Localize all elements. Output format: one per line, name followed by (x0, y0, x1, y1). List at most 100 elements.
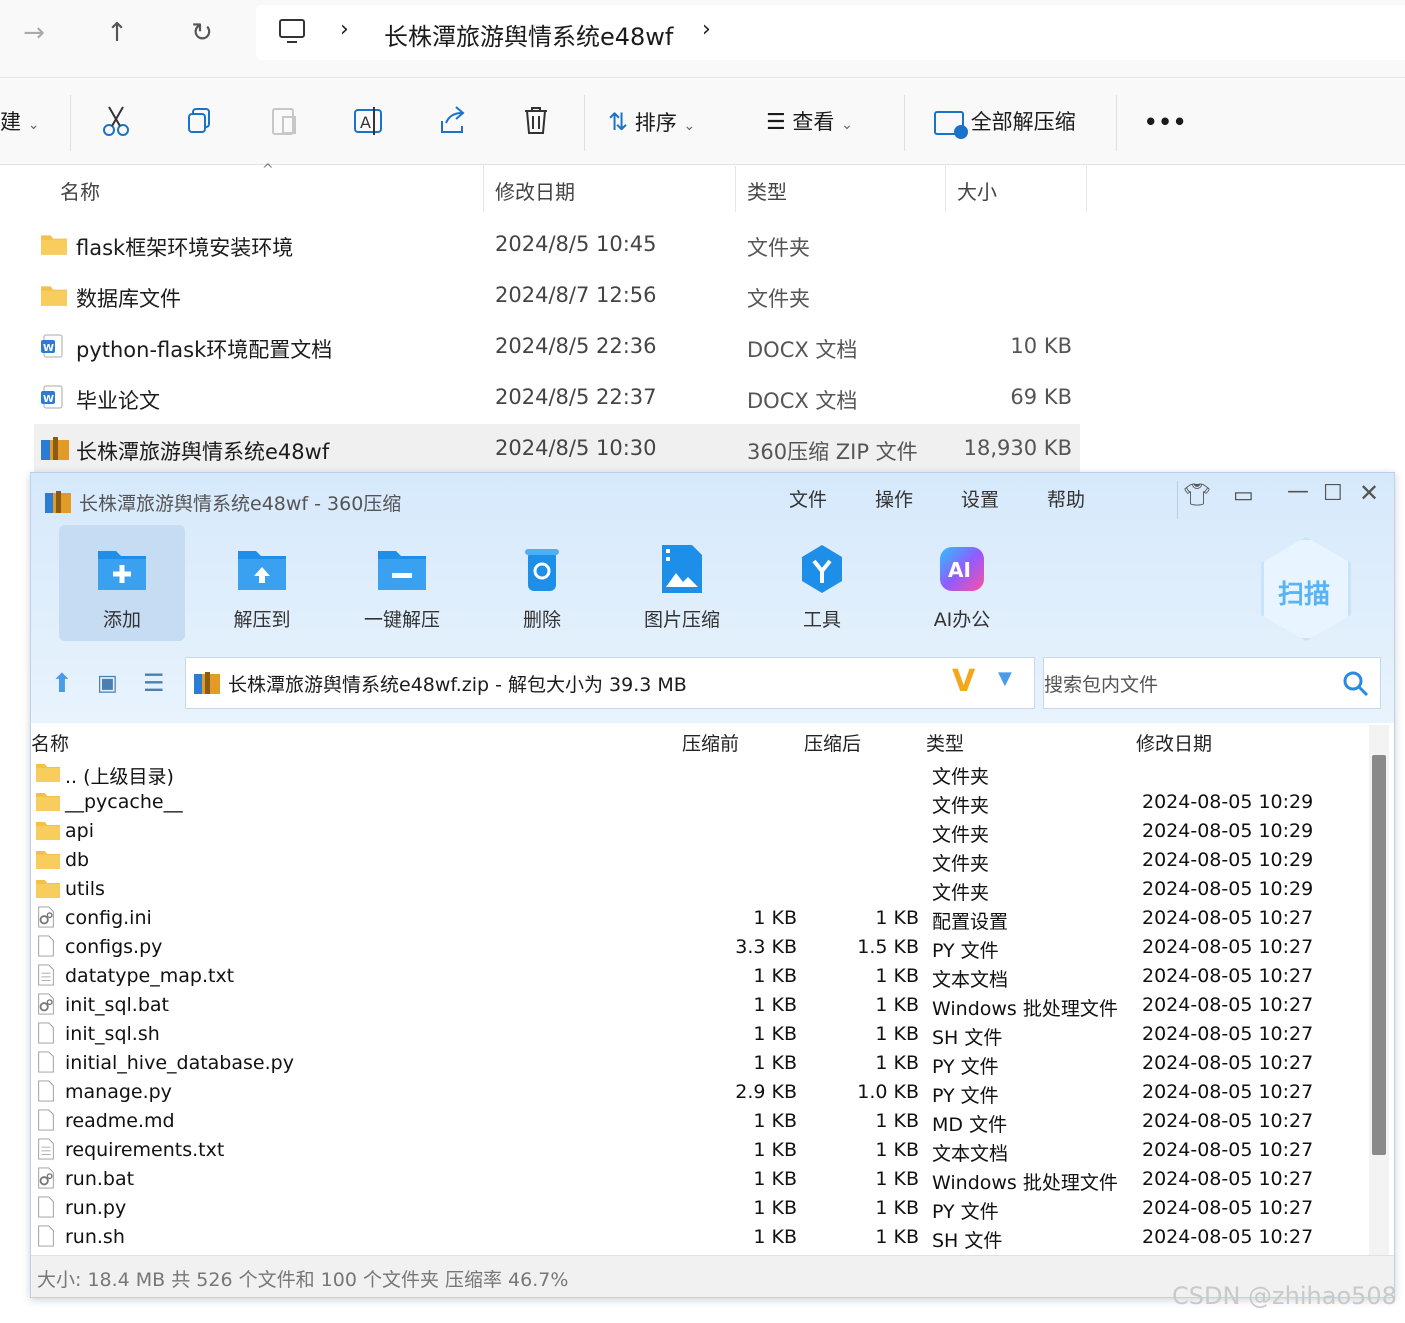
tool-one-click-extract-button[interactable]: 一键解压 (339, 525, 465, 641)
refresh-icon[interactable]: ↻ (182, 16, 222, 50)
file-row[interactable]: 长株潭旅游舆情系统e48wf 2024/8/5 10:30 360压缩 ZIP … (34, 424, 1080, 474)
more-options-button[interactable]: ••• (1144, 105, 1187, 139)
file-icon (35, 1109, 57, 1136)
col-header-before[interactable]: 压缩前 (682, 729, 739, 756)
entry-modified: 2024-08-05 10:27 (1142, 907, 1314, 929)
archive-row[interactable]: manage.py 2.9 KB 1.0 KB PY 文件 2024-08-05… (31, 1079, 1361, 1108)
entry-size-after: 1 KB (875, 1168, 919, 1190)
tool-image-compress-button[interactable]: 图片压缩 (619, 525, 745, 641)
archive-row[interactable]: datatype_map.txt 1 KB 1 KB 文本文档 2024-08-… (31, 963, 1361, 992)
file-row[interactable]: W python-flask环境配置文档 2024/8/5 22:36 DOCX… (34, 322, 1080, 372)
tool-add-folder-button[interactable]: 添加 (59, 525, 185, 641)
forward-arrow-icon[interactable]: → (14, 16, 54, 50)
breadcrumb[interactable]: › 长株潭旅游舆情系统e48wf › (256, 5, 1405, 60)
tool-extract-to-button[interactable]: 解压到 (199, 525, 325, 641)
archive-row[interactable]: requirements.txt 1 KB 1 KB 文本文档 2024-08-… (31, 1137, 1361, 1166)
entry-name: db (65, 849, 90, 871)
folder-icon (35, 877, 61, 904)
file-row[interactable]: 数据库文件 2024/8/7 12:56 文件夹 (34, 271, 1080, 321)
col-header-type[interactable]: 类型 (747, 176, 787, 205)
tool-delete-bin-button[interactable]: 删除 (479, 525, 605, 641)
menu-help[interactable]: 帮助 (1047, 485, 1085, 512)
dropdown-arrow-icon[interactable]: ▼ (998, 668, 1012, 689)
search-box[interactable]: 搜索包内文件 (1043, 657, 1381, 709)
archive-row[interactable]: initial_hive_database.py 1 KB 1 KB PY 文件… (31, 1050, 1361, 1079)
close-icon[interactable]: ✕ (1359, 479, 1379, 507)
sort-button[interactable]: ⇅ 排序 ⌄ (608, 105, 695, 139)
chevron-right-icon[interactable]: › (702, 17, 711, 42)
archive-row[interactable]: utils 文件夹 2024-08-05 10:29 (31, 876, 1361, 905)
entry-name: requirements.txt (65, 1139, 225, 1161)
file-modified: 2024/8/7 12:56 (495, 283, 657, 307)
minimize-icon[interactable]: — (1287, 479, 1309, 504)
entry-size-before: 1 KB (753, 965, 797, 987)
maximize-icon[interactable]: ☐ (1323, 481, 1343, 506)
archive-row[interactable]: run.sh 1 KB 1 KB SH 文件 2024-08-05 10:27 (31, 1224, 1361, 1253)
breadcrumb-folder[interactable]: 长株潭旅游舆情系统e48wf (384, 17, 673, 52)
paste-icon[interactable] (264, 101, 304, 141)
thumbnail-view-icon[interactable]: ▣ (97, 671, 118, 696)
archive-row[interactable]: __pycache__ 文件夹 2024-08-05 10:29 (31, 789, 1361, 818)
col-header-name[interactable]: 名称 (60, 176, 100, 205)
delete-icon[interactable] (516, 101, 556, 141)
col-header-size[interactable]: 大小 (957, 176, 997, 205)
entry-size-after: 1 KB (875, 965, 919, 987)
tool-label: 工具 (802, 609, 841, 631)
search-icon[interactable] (1342, 670, 1370, 698)
file-type: 360压缩 ZIP 文件 (747, 440, 918, 464)
tool-ai-office-button[interactable]: AI AI办公 (899, 525, 1025, 641)
folder-icon (35, 790, 61, 817)
file-row[interactable]: flask框架环境安装环境 2024/8/5 10:45 文件夹 (34, 220, 1080, 270)
rename-icon[interactable]: A (348, 101, 388, 141)
feedback-icon[interactable]: ▭ (1233, 483, 1254, 508)
archive-row[interactable]: api 文件夹 2024-08-05 10:29 (31, 818, 1361, 847)
menu-operate[interactable]: 操作 (875, 485, 913, 512)
search-input[interactable]: 搜索包内文件 (1044, 670, 1158, 697)
col-header-modified[interactable]: 修改日期 (495, 176, 575, 205)
up-level-icon[interactable]: ⬆ (51, 669, 73, 699)
sort-ascending-indicator-icon: ^ (262, 162, 274, 178)
archive-row[interactable]: init_sql.bat 1 KB 1 KB Windows 批处理文件 202… (31, 992, 1361, 1021)
cut-icon[interactable] (96, 101, 136, 141)
view-button[interactable]: ☰ 查看 ⌄ (766, 105, 853, 139)
new-button[interactable]: 建 ⌄ (0, 105, 39, 139)
copy-icon[interactable] (180, 101, 220, 141)
list-view-icon[interactable]: ☰ (143, 669, 165, 697)
entry-modified: 2024-08-05 10:29 (1142, 878, 1314, 900)
entry-type: 配置设置 (932, 911, 1009, 933)
file-row[interactable]: W 毕业论文 2024/8/5 22:37 DOCX 文档 69 KB (34, 373, 1080, 423)
file-icon (35, 1225, 57, 1252)
scrollbar[interactable] (1369, 725, 1389, 1255)
entry-modified: 2024-08-05 10:27 (1142, 1052, 1314, 1074)
col-header-modified[interactable]: 修改日期 (1136, 729, 1212, 756)
archive-path-bar[interactable]: 长株潭旅游舆情系统e48wf.zip - 解包大小为 39.3 MB V ▼ (185, 657, 1035, 709)
menu-file[interactable]: 文件 (789, 485, 827, 512)
menu-settings[interactable]: 设置 (961, 485, 999, 512)
archive-row[interactable]: run.bat 1 KB 1 KB Windows 批处理文件 2024-08-… (31, 1166, 1361, 1195)
vip-v-icon[interactable]: V (952, 664, 975, 699)
entry-size-after: 1 KB (875, 1052, 919, 1074)
archive-row[interactable]: configs.py 3.3 KB 1.5 KB PY 文件 2024-08-0… (31, 934, 1361, 963)
scan-button[interactable]: 扫描 (1261, 537, 1351, 641)
col-header-after[interactable]: 压缩后 (804, 729, 861, 756)
extract-all-button[interactable]: 全部解压缩 (934, 105, 1076, 139)
entry-name: run.sh (65, 1226, 125, 1248)
archive-row[interactable]: init_sql.sh 1 KB 1 KB SH 文件 2024-08-05 1… (31, 1021, 1361, 1050)
skin-shirt-icon[interactable]: 👕︎ (1183, 483, 1211, 508)
scrollbar-thumb[interactable] (1372, 755, 1386, 1155)
delete-bin-icon (525, 549, 559, 591)
tool-tools-button[interactable]: 工具 (759, 525, 885, 641)
col-header-name[interactable]: 名称 (31, 729, 69, 756)
archive-row[interactable]: config.ini 1 KB 1 KB 配置设置 2024-08-05 10:… (31, 905, 1361, 934)
entry-name: datatype_map.txt (65, 965, 235, 987)
archive-row[interactable]: db 文件夹 2024-08-05 10:29 (31, 847, 1361, 876)
col-header-type[interactable]: 类型 (926, 729, 964, 756)
entry-modified: 2024-08-05 10:27 (1142, 1110, 1314, 1132)
archive-row[interactable]: readme.md 1 KB 1 KB MD 文件 2024-08-05 10:… (31, 1108, 1361, 1137)
share-icon[interactable] (432, 101, 472, 141)
entry-type: Windows 批处理文件 (932, 1172, 1118, 1194)
entry-type: PY 文件 (932, 1201, 999, 1223)
archive-row[interactable]: .. (上级目录) 文件夹 (31, 760, 1361, 789)
up-arrow-icon[interactable]: ↑ (97, 16, 137, 50)
archive-row[interactable]: run.py 1 KB 1 KB PY 文件 2024-08-05 10:27 (31, 1195, 1361, 1224)
